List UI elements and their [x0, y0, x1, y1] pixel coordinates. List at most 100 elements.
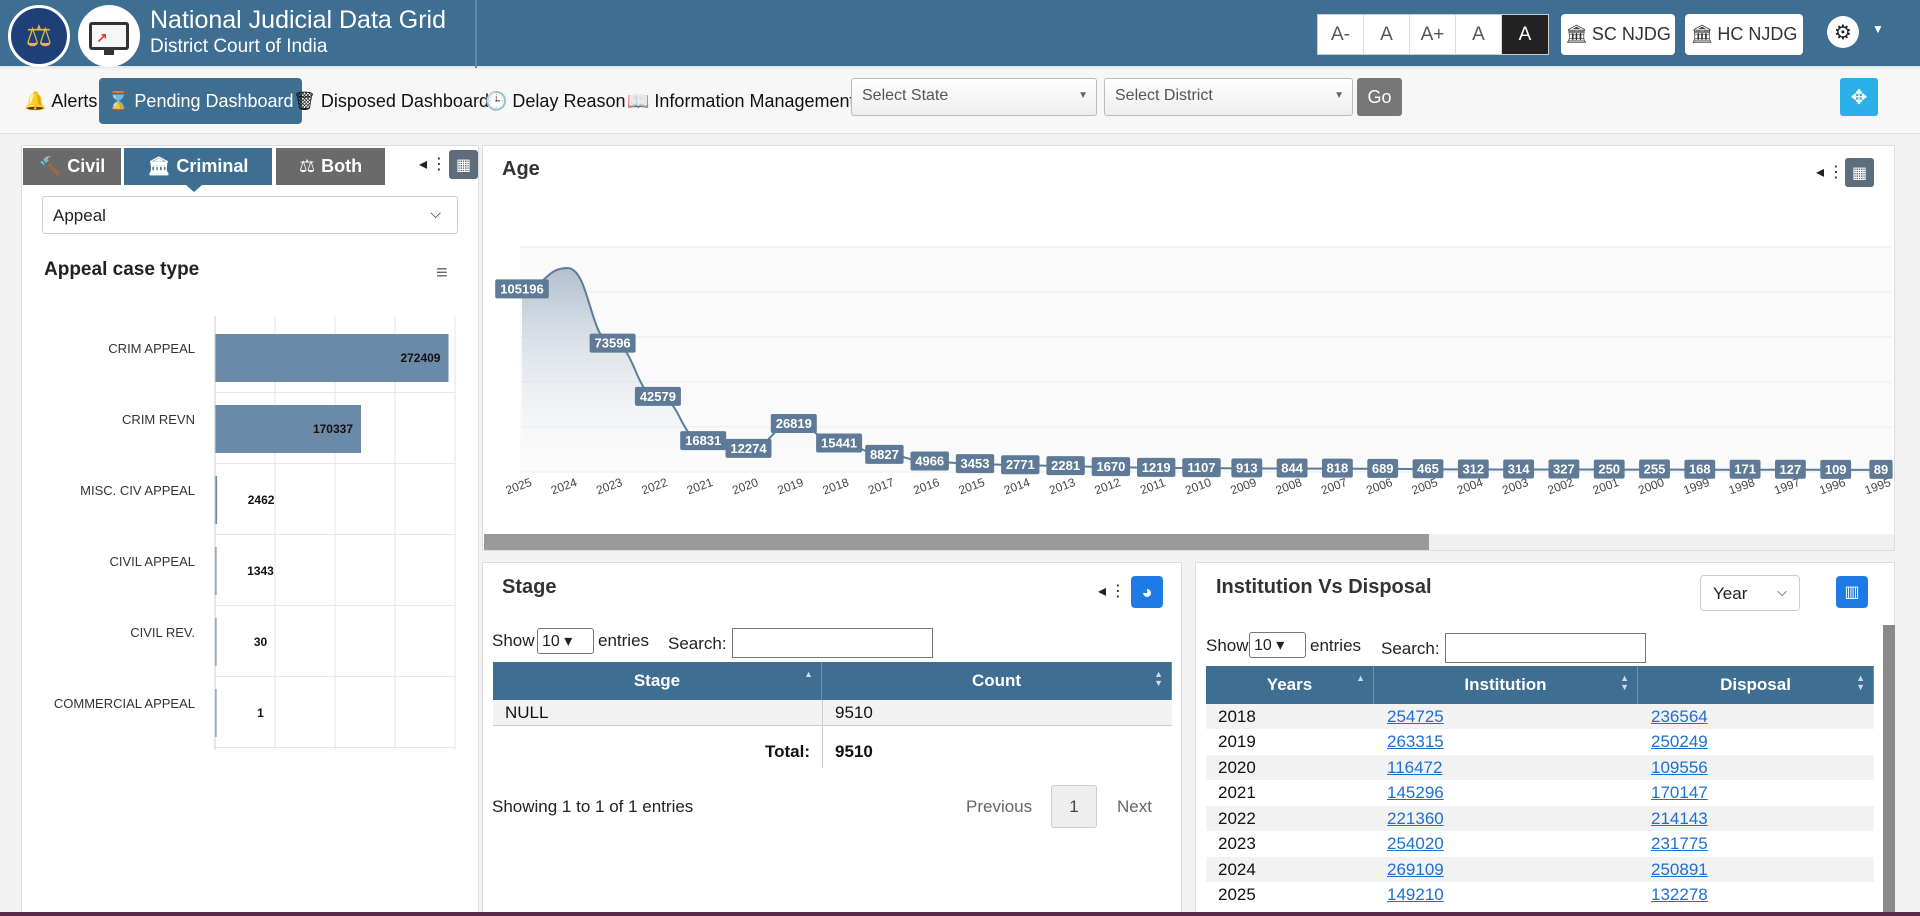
chart-scrollbar-thumb[interactable] — [484, 534, 1429, 550]
nav-pending-dashboard[interactable]: ⌛ Pending Dashboard — [99, 78, 302, 124]
appeal-case-type-chart: CRIM APPEAL 272409 CRIM REVN 170337 MISC. CI… — [54, 316, 456, 750]
year-cell: 2022 — [1218, 808, 1256, 828]
panel-options-toggle[interactable]: ◂ ⋮ — [1816, 162, 1844, 182]
disposal-link[interactable]: 231775 — [1651, 832, 1708, 857]
district-select[interactable]: Select District ▼ — [1104, 78, 1353, 116]
data-label: 3453 — [961, 456, 990, 471]
institution-link[interactable]: 269109 — [1387, 857, 1444, 882]
data-label: 105196 — [500, 281, 543, 296]
disposal-link[interactable]: 214143 — [1651, 806, 1708, 831]
year-select[interactable]: Year ⌵ — [1700, 575, 1800, 611]
table-row — [1206, 857, 1874, 882]
entries-select[interactable]: 10 ▾ — [537, 628, 594, 654]
chevron-down-icon: ⌵ — [430, 205, 441, 221]
data-label: 4966 — [915, 453, 944, 468]
nav-alerts[interactable]: 🔔 Alerts — [24, 78, 97, 124]
nav-delay-reason[interactable]: 🕒 Delay Reason — [485, 78, 625, 124]
disposal-link[interactable]: 250891 — [1651, 857, 1708, 882]
nav-disposed-dashboard[interactable]: 🗑 Disposed Dashboard — [293, 78, 489, 124]
district-select-placeholder: Select District — [1115, 87, 1213, 104]
disposal-link[interactable]: 250249 — [1651, 730, 1708, 755]
tab-criminal[interactable]: 🏛 Criminal — [124, 148, 272, 192]
institution-link[interactable]: 254020 — [1387, 832, 1444, 857]
theme-light-button[interactable]: A — [1456, 15, 1502, 54]
disposal-link[interactable]: 236564 — [1651, 704, 1708, 729]
show-label: Show — [492, 631, 535, 650]
page-1-button[interactable]: 1 — [1051, 785, 1097, 828]
bell-icon: 🔔 — [24, 90, 47, 111]
institution-link[interactable]: 116472 — [1387, 755, 1442, 780]
data-label-group: 465 — [1412, 459, 1444, 479]
hamburger-menu-icon[interactable]: ≡ — [436, 263, 455, 283]
year-cell: 2023 — [1218, 834, 1256, 853]
institution-link[interactable]: 263315 — [1387, 730, 1444, 755]
data-label-group: 1107 — [1182, 458, 1221, 478]
institution-link[interactable]: 149210 — [1387, 883, 1444, 908]
tab-both[interactable]: ⚖ Both — [276, 148, 385, 185]
tick-label: 2005 — [1410, 475, 1440, 497]
disposal-link[interactable]: 132278 — [1651, 883, 1708, 908]
institution-link[interactable]: 254725 — [1387, 704, 1444, 729]
next-page-button[interactable]: Next — [1117, 797, 1152, 817]
data-label-group: 2281 — [1046, 456, 1085, 476]
stage-column-header[interactable]: Stage ▲ — [493, 662, 822, 700]
scale-icon: ⚖ — [298, 156, 316, 176]
sc-njdg-button[interactable]: 🏛 SC NJDG — [1561, 14, 1675, 55]
count-column-header[interactable]: Count ▲ ▼ — [822, 662, 1172, 700]
header-divider — [475, 0, 477, 68]
previous-page-button[interactable]: Previous — [966, 797, 1032, 817]
tick-label: 2024 — [549, 475, 579, 497]
data-label: 312 — [1462, 461, 1484, 476]
search-input[interactable] — [732, 628, 933, 658]
caret-down-icon[interactable]: ▼ — [1872, 22, 1884, 36]
institution-column-header[interactable]: Institution ▲ ▼ — [1374, 666, 1638, 704]
count-header-label: Count — [971, 671, 1022, 690]
nav-information-management[interactable]: 📖 Information Management — [627, 78, 855, 124]
institution-link[interactable]: 221360 — [1387, 806, 1444, 831]
bar-chart-icon[interactable]: ▥ — [1836, 576, 1868, 608]
nav-alerts-label: Alerts — [51, 90, 98, 111]
year-cell: 2019 — [1218, 732, 1256, 751]
nav-disposed-label: Disposed Dashboard — [320, 90, 489, 111]
stage-title: Stage — [502, 576, 557, 598]
case-category-select[interactable]: Appeal ⌵ — [42, 196, 458, 234]
table-view-icon[interactable]: ▦ — [1845, 158, 1874, 187]
table-view-icon[interactable]: ▦ — [449, 150, 478, 179]
panel-options-toggle[interactable]: ◂ ⋮ — [1098, 581, 1126, 601]
caret-down-icon: ▼ — [1334, 90, 1344, 101]
data-label-group: 89 — [1869, 459, 1893, 479]
theme-dark-button[interactable]: A — [1502, 15, 1548, 54]
entries-select[interactable]: 10 ▾ — [1249, 632, 1306, 658]
font-increase-button[interactable]: A+ — [1410, 15, 1456, 54]
data-label: 1670 — [1096, 459, 1125, 474]
data-label: 314 — [1508, 461, 1530, 476]
top-header: ⚖ ↗ National Judicial Data Grid District… — [0, 0, 1920, 68]
data-label: 127 — [1780, 462, 1802, 477]
institution-link[interactable]: 145296 — [1387, 781, 1444, 806]
data-label: 465 — [1417, 461, 1439, 476]
caret-left-icon: ◂ — [1816, 164, 1825, 181]
search-input[interactable] — [1445, 633, 1646, 663]
hc-njdg-button[interactable]: 🏛 HC NJDG — [1685, 14, 1803, 55]
age-area-chart: 20251051962024 20237359620224257920211683… — [495, 246, 1893, 497]
data-label: 272409 — [400, 351, 440, 365]
year-cell: 2020 — [1218, 757, 1256, 777]
data-label: 844 — [1281, 461, 1303, 476]
gear-icon[interactable]: ⚙ — [1827, 16, 1859, 48]
pie-chart-icon[interactable]: ◕ — [1131, 576, 1163, 608]
panel-scrollbar[interactable] — [1883, 625, 1895, 916]
font-normal-button[interactable]: A — [1364, 15, 1410, 54]
font-decrease-button[interactable]: A- — [1318, 15, 1364, 54]
disposal-link[interactable]: 170147 — [1651, 781, 1708, 806]
disposal-column-header[interactable]: Disposal ▲ ▼ — [1638, 666, 1874, 704]
panel-options-toggle[interactable]: ◂ ⋮ — [419, 154, 447, 174]
data-label: 30 — [254, 635, 268, 649]
search-label: Search: — [1381, 639, 1440, 658]
disposal-link[interactable]: 109556 — [1651, 755, 1708, 780]
move-arrows-icon[interactable]: ✥ — [1840, 78, 1878, 116]
data-label: 109 — [1825, 462, 1847, 477]
state-select[interactable]: Select State ▼ — [851, 78, 1097, 116]
tab-civil[interactable]: 🔨 Civil — [23, 148, 121, 185]
go-button[interactable]: Go — [1357, 78, 1402, 116]
years-column-header[interactable]: Years ▲ — [1206, 666, 1374, 704]
